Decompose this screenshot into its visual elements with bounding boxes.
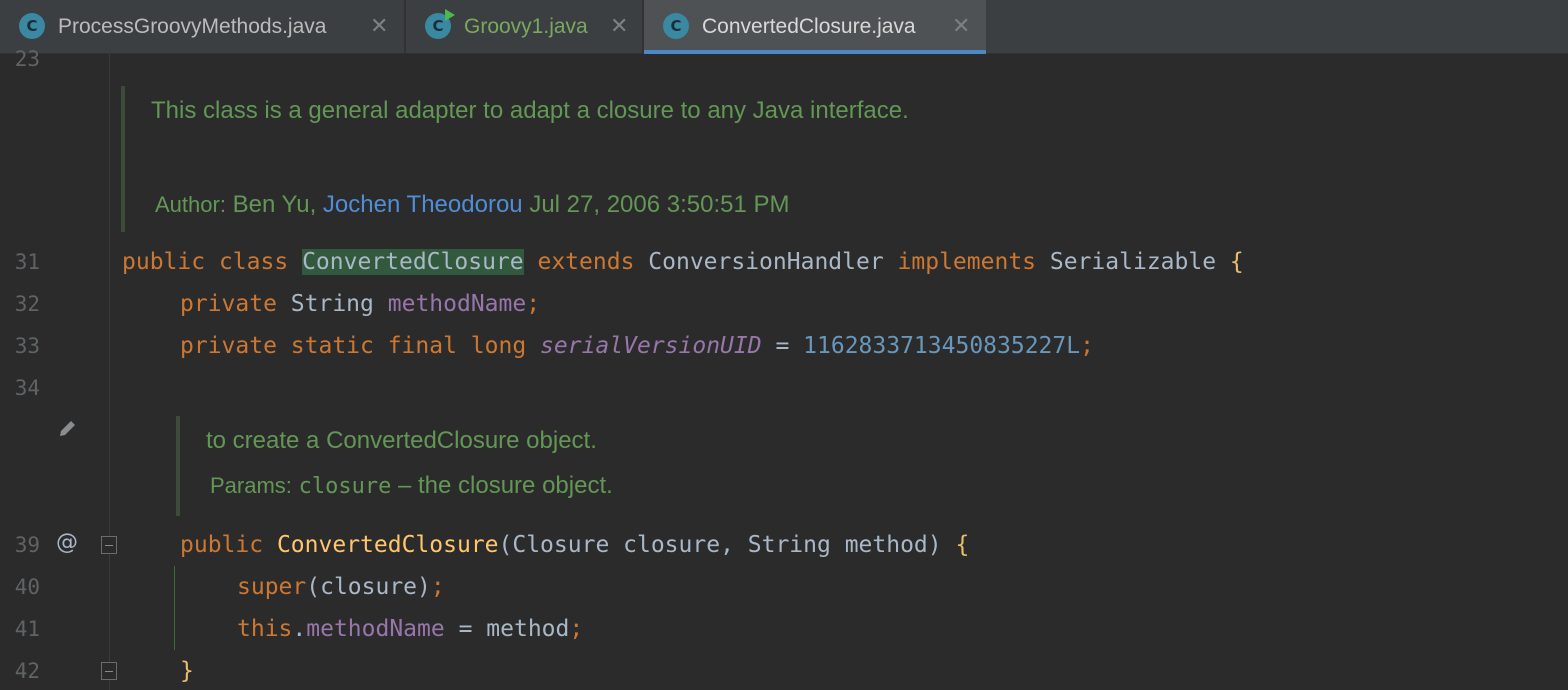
code-line-40[interactable]: super(closure); xyxy=(237,572,445,602)
code-line-32[interactable]: private String methodName; xyxy=(180,289,540,319)
semicolon: ; xyxy=(1080,333,1094,359)
field-name: methodName xyxy=(387,291,527,317)
keyword: class xyxy=(218,249,289,275)
keyword: private xyxy=(180,291,277,317)
brace: } xyxy=(180,658,194,684)
constructor-name: ConvertedClosure xyxy=(276,532,499,558)
javadoc-summary: to create a ConvertedClosure object. xyxy=(206,427,597,454)
indent-guide xyxy=(174,566,175,650)
javadoc-params-label: Params: xyxy=(210,473,292,498)
code-line-42[interactable]: } xyxy=(180,656,194,686)
javadoc-author-name: Ben Yu, xyxy=(232,191,317,218)
java-class-icon: C xyxy=(663,13,689,39)
close-tab-icon[interactable]: ✕ xyxy=(952,0,970,54)
keyword: private static final long xyxy=(180,333,527,359)
tab-process-groovy-methods[interactable]: C ProcessGroovyMethods.java ✕ xyxy=(0,0,404,54)
tab-converted-closure[interactable]: C ConvertedClosure.java ✕ xyxy=(644,0,986,54)
line-number: 41 xyxy=(14,617,40,641)
semicolon: ; xyxy=(569,616,584,642)
javadoc-author-link[interactable]: Jochen Theodorou xyxy=(323,191,523,218)
fold-end-icon[interactable] xyxy=(101,662,117,680)
brace: { xyxy=(955,532,970,558)
line-number: 32 xyxy=(14,292,40,316)
fold-collapse-icon[interactable] xyxy=(101,536,117,554)
type-name: ConversionHandler xyxy=(648,249,884,275)
java-class-runnable-icon: C xyxy=(425,9,455,39)
keyword: extends xyxy=(537,249,635,275)
gutter-separator xyxy=(109,54,110,690)
assignment: = method xyxy=(444,616,570,642)
constructor-javadoc[interactable]: to create a ConvertedClosure object. Par… xyxy=(176,416,876,516)
number-literal: 1162833713450835227L xyxy=(803,333,1081,359)
class-name-highlight: ConvertedClosure xyxy=(302,249,524,275)
keyword: super xyxy=(237,574,307,600)
semicolon: ; xyxy=(526,291,541,317)
javadoc-summary: This class is a general adapter to adapt… xyxy=(151,97,909,124)
argument-list: (closure) xyxy=(306,574,431,600)
javadoc-author-label: Author: xyxy=(155,192,226,217)
tab-label: ProcessGroovyMethods.java xyxy=(58,15,327,38)
type-name: String xyxy=(290,291,374,317)
line-number: 39 xyxy=(14,533,40,557)
keyword: public xyxy=(122,249,206,275)
code-line-33[interactable]: private static final long serialVersionU… xyxy=(180,331,1094,361)
line-number: 42 xyxy=(14,659,40,683)
javadoc-params-line: Params: closure – the closure object. xyxy=(210,471,613,502)
line-number: 33 xyxy=(14,334,40,358)
dot: . xyxy=(292,616,307,642)
line-number: 23 xyxy=(14,47,40,71)
operator: = xyxy=(761,333,804,359)
static-field-name: serialVersionUID xyxy=(540,333,762,359)
brace: { xyxy=(1229,249,1244,275)
javadoc-author-line: Author: Ben Yu, Jochen Theodorou Jul 27,… xyxy=(155,190,790,220)
close-tab-icon[interactable]: ✕ xyxy=(370,0,388,54)
field-name: methodName xyxy=(306,616,445,642)
close-tab-icon[interactable]: ✕ xyxy=(610,0,628,54)
code-editor[interactable]: 23 31 32 33 34 39 40 41 42 This class is… xyxy=(0,47,1568,690)
line-number: 34 xyxy=(14,376,40,400)
parameter-list: (Closure closure, String method) xyxy=(498,532,942,558)
override-marker-icon[interactable]: @ xyxy=(56,528,78,558)
tab-label: ConvertedClosure.java xyxy=(702,15,916,38)
type-name: Serializable xyxy=(1049,249,1217,275)
javadoc-param-desc: – the closure object. xyxy=(397,472,613,499)
code-line-31[interactable]: public class ConvertedClosure extends Co… xyxy=(122,247,1244,277)
tab-groovy1[interactable]: C Groovy1.java ✕ xyxy=(406,0,642,54)
line-number: 31 xyxy=(14,250,40,274)
editor-tab-bar: C ProcessGroovyMethods.java ✕ C Groovy1.… xyxy=(0,0,1568,54)
java-class-icon: C xyxy=(19,13,45,39)
keyword: public xyxy=(180,532,264,558)
keyword: this xyxy=(237,616,293,642)
code-line-39[interactable]: public ConvertedClosure(Closure closure,… xyxy=(180,530,969,560)
semicolon: ; xyxy=(430,574,445,600)
line-number: 40 xyxy=(14,575,40,599)
javadoc-param-name: closure xyxy=(298,474,392,499)
pencil-icon[interactable] xyxy=(57,417,79,439)
javadoc-date: Jul 27, 2006 3:50:51 PM xyxy=(529,191,790,218)
keyword: implements xyxy=(897,249,1037,275)
tab-label: Groovy1.java xyxy=(464,15,588,38)
code-line-41[interactable]: this.methodName = method; xyxy=(237,614,583,644)
class-javadoc[interactable]: This class is a general adapter to adapt… xyxy=(121,86,1121,232)
